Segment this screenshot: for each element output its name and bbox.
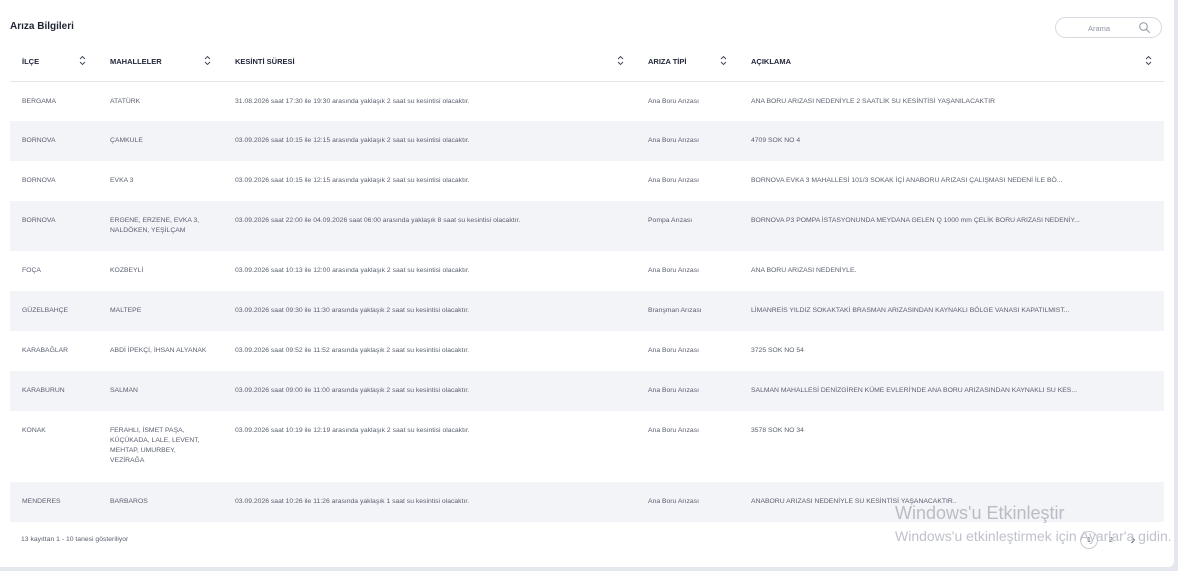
cell-kesinti-suresi: 03.09.2026 saat 10:26 ile 11:26 arasında… [235, 498, 470, 505]
cell-kesinti-suresi: 03.09.2026 saat 09:52 ile 11:52 arasında… [235, 347, 470, 354]
fault-table: İLÇE MAHALLELER KESİNTİ SÜRESİ ARIZA TİP… [10, 42, 1164, 522]
cell-mahalleler: SALMAN [110, 387, 138, 394]
cell-mahalleler: ABDİ İPEKÇİ, İHSAN ALYANAK [110, 347, 207, 354]
page-title: Arıza Bilgileri [10, 21, 74, 32]
column-header-ilce[interactable]: İLÇE [10, 42, 98, 81]
cell-ilce: FOÇA [22, 267, 41, 274]
cell-aciklama: 3725 SOK NO 54 [751, 347, 804, 354]
cell-mahalleler: BARBAROS [110, 498, 148, 505]
cell-ilce: BORNOVA [22, 177, 56, 184]
sort-icon[interactable] [720, 55, 727, 66]
cell-kesinti-suresi: 03.09.2026 saat 10:19 ile 12:19 arasında… [235, 427, 470, 434]
column-header-kesinti-suresi[interactable]: KESİNTİ SÜRESİ [223, 42, 636, 81]
table-row: BORNOVA ERGENE, ERZENE, EVKA 3, NALDÖKEN… [10, 201, 1164, 251]
cell-ariza-tipi: Ana Boru Arızası [648, 427, 700, 434]
cell-kesinti-suresi: 31.08.2026 saat 17:30 ile 19:30 arasında… [235, 97, 470, 105]
cell-mahalleler: ÇAMKULE [110, 137, 143, 144]
cell-mahalleler: FERAHLI, İSMET PAŞA, KÜÇÜKADA, LALE, LEV… [110, 427, 200, 464]
sort-icon[interactable] [204, 55, 211, 66]
cell-ariza-tipi: Ana Boru Arızası [648, 498, 700, 505]
sort-icon[interactable] [617, 55, 624, 66]
cell-ariza-tipi: Ana Boru Arızası [648, 177, 700, 184]
cell-aciklama: SALMAN MAHALLESİ DENİZGİREN KÜME EVLERİ'… [751, 387, 1077, 394]
cell-ariza-tipi: Ana Boru Arızası [648, 347, 700, 354]
table-header-row: İLÇE MAHALLELER KESİNTİ SÜRESİ ARIZA TİP… [10, 42, 1164, 81]
cell-kesinti-suresi: 03.09.2026 saat 22:00 ile 04.09.2026 saa… [235, 217, 521, 224]
sort-icon[interactable] [79, 55, 86, 66]
table-row: BORNOVA ÇAMKULE 03.09.2026 saat 10:15 il… [10, 121, 1164, 161]
cell-aciklama: BORNOVA P3 POMPA İSTASYONUNDA MEYDANA GE… [751, 217, 1080, 224]
cell-kesinti-suresi: 03.09.2026 saat 10:15 ile 12:15 arasında… [235, 177, 470, 184]
cell-kesinti-suresi: 03.09.2026 saat 09:00 ile 11:00 arasında… [235, 387, 470, 394]
cell-mahalleler: ATATÜRK [110, 97, 141, 105]
cell-ilce: KARABAĞLAR [22, 347, 69, 354]
cell-kesinti-suresi: 03.09.2026 saat 09:30 ile 11:30 arasında… [235, 307, 470, 314]
cell-aciklama: ANA BORU ARIZASI NEDENİYLE. [751, 267, 857, 274]
search-icon[interactable] [1138, 21, 1151, 34]
table-row: KONAK FERAHLI, İSMET PAŞA, KÜÇÜKADA, LAL… [10, 411, 1164, 482]
cell-ilce: GÜZELBAHÇE [22, 307, 69, 314]
search-input[interactable] [1064, 21, 1134, 35]
cell-aciklama: 3578 SOK NO 34 [751, 427, 804, 434]
cell-aciklama: BORNOVA EVKA 3 MAHALLESİ 101/3 SOKAK İÇİ… [751, 177, 1063, 184]
sort-icon[interactable] [1145, 55, 1152, 66]
search-box[interactable] [1055, 17, 1162, 38]
table-row: BERGAMA ATATÜRK 31.08.2026 saat 17:30 il… [10, 81, 1164, 121]
table-row: KARABURUN SALMAN 03.09.2026 saat 09:00 i… [10, 371, 1164, 411]
cell-kesinti-suresi: 03.09.2026 saat 10:13 ile 12:00 arasında… [235, 267, 470, 274]
cell-ariza-tipi: Ana Boru Arızası [648, 387, 700, 394]
cell-ariza-tipi: Ana Boru Arızası [648, 267, 700, 274]
table-info: 13 kayıttan 1 - 10 tanesi gösteriliyor [21, 536, 129, 543]
cell-aciklama: ANA BORU ARIZASI NEDENİYLE 2 SAATLİK SU … [751, 97, 996, 105]
cell-ariza-tipi: Pompa Arızası [648, 217, 693, 224]
cell-ariza-tipi: Branşman Arızası [648, 307, 702, 314]
cell-ilce: BORNOVA [22, 217, 56, 224]
table-row: GÜZELBAHÇE MALTEPE 03.09.2026 saat 09:30… [10, 291, 1164, 331]
column-header-mahalleler[interactable]: MAHALLELER [98, 42, 223, 81]
cell-ilce: BORNOVA [22, 137, 56, 144]
windows-activation-subtitle: Windows'u etkinleştirmek için Ayarlar'a … [895, 528, 1172, 544]
windows-activation-title: Windows'u Etkinleştir [895, 503, 1065, 523]
cell-ilce: MENDERES [22, 498, 61, 505]
cell-ilce: KARABURUN [22, 387, 65, 394]
column-header-aciklama[interactable]: AÇIKLAMA [739, 42, 1164, 81]
column-header-ariza-tipi[interactable]: ARIZA TİPİ [636, 42, 739, 81]
table-row: FOÇA KOZBEYLİ 03.09.2026 saat 10:13 ile … [10, 251, 1164, 291]
cell-ariza-tipi: Ana Boru Arızası [648, 137, 700, 144]
cell-ilce: KONAK [22, 427, 46, 434]
cell-mahalleler: KOZBEYLİ [110, 267, 144, 274]
fault-info-card: Arıza Bilgileri İLÇE MAHALLELER KE [0, 0, 1174, 567]
cell-mahalleler: EVKA 3 [110, 177, 134, 184]
cell-mahalleler: ERGENE, ERZENE, EVKA 3, NALDÖKEN, YEŞİLÇ… [110, 217, 200, 234]
cell-ilce: BERGAMA [22, 97, 56, 105]
cell-aciklama: 4709 SOK NO 4 [751, 137, 801, 144]
cell-aciklama: LİMANREİS YILDIZ SOKAKTAKİ BRASMAN ARIZA… [751, 307, 1070, 314]
cell-kesinti-suresi: 03.09.2026 saat 10:15 ile 12:15 arasında… [235, 137, 470, 144]
cell-ariza-tipi: Ana Boru Arızası [648, 97, 700, 105]
table-row: BORNOVA EVKA 3 03.09.2026 saat 10:15 ile… [10, 161, 1164, 201]
table-row: KARABAĞLAR ABDİ İPEKÇİ, İHSAN ALYANAK 03… [10, 331, 1164, 371]
cell-mahalleler: MALTEPE [110, 307, 142, 314]
